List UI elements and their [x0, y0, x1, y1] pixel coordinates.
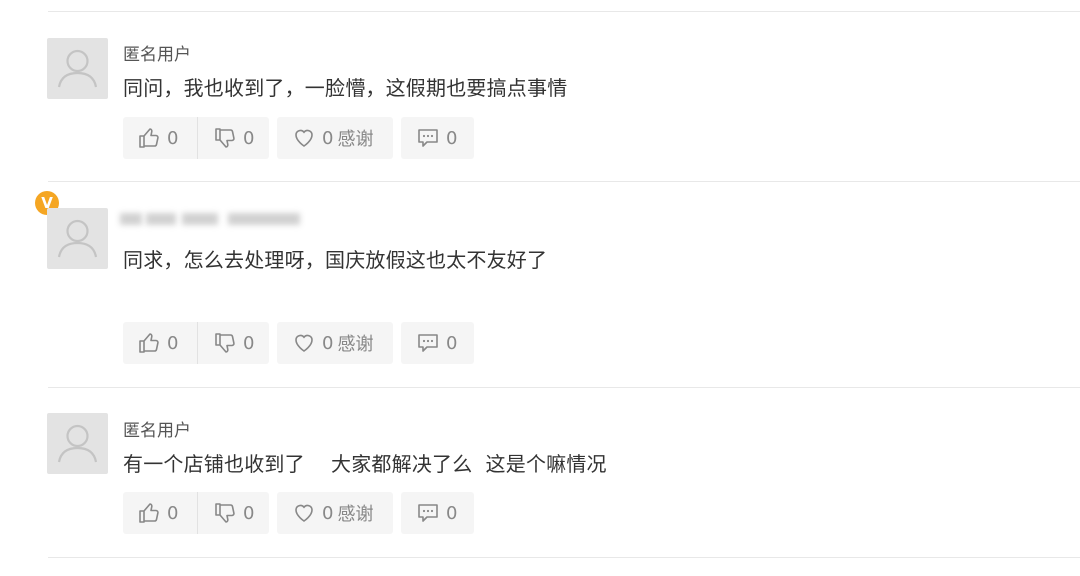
- reply-button[interactable]: 0: [401, 492, 474, 534]
- button-separator: [197, 117, 198, 159]
- like-dislike-group: 0 0: [123, 492, 269, 534]
- like-button[interactable]: 0: [137, 492, 178, 534]
- reply-button[interactable]: 0: [401, 117, 474, 159]
- thanks-button[interactable]: 0 感谢: [277, 492, 393, 534]
- heart-icon: [295, 504, 313, 522]
- like-dislike-group: 0 0: [123, 117, 269, 159]
- reply-count: 0: [446, 502, 458, 524]
- comment-icon: [418, 334, 438, 352]
- thumbs-down-icon: [215, 128, 235, 148]
- comment-divider: [48, 11, 1080, 12]
- like-dislike-group: 0 0: [123, 322, 269, 364]
- comment-divider: [48, 387, 1080, 388]
- comment-icon: [418, 129, 438, 147]
- dislike-button[interactable]: 0: [213, 117, 254, 159]
- dislike-count: 0: [243, 502, 255, 524]
- thumbs-up-icon: [139, 503, 159, 523]
- thumbs-up-icon: [139, 128, 159, 148]
- default-user-icon: [57, 219, 98, 258]
- comment-divider: [48, 557, 1080, 558]
- thanks-label: 感谢: [337, 129, 374, 150]
- dislike-count: 0: [243, 127, 255, 149]
- thanks-count: 0: [322, 332, 334, 354]
- like-count: 0: [167, 332, 179, 354]
- thanks-count: 0: [322, 127, 334, 149]
- thumbs-down-icon: [215, 333, 235, 353]
- like-button[interactable]: 0: [137, 322, 178, 364]
- username[interactable]: 匿名用户: [123, 416, 191, 441]
- avatar[interactable]: [47, 208, 108, 269]
- thanks-count: 0: [322, 502, 334, 524]
- like-count: 0: [167, 502, 179, 524]
- avatar[interactable]: [47, 38, 108, 99]
- comment-icon: [418, 504, 438, 522]
- avatar[interactable]: [47, 413, 108, 474]
- thumbs-down-icon: [215, 503, 235, 523]
- like-button[interactable]: 0: [137, 117, 178, 159]
- username[interactable]: 匿名用户: [123, 40, 191, 65]
- thanks-label: 感谢: [337, 334, 374, 355]
- comment-text: 有一个店铺也收到了 大家都解决了么 这是个嘛情况: [123, 452, 607, 476]
- reply-count: 0: [446, 332, 458, 354]
- thanks-button[interactable]: 0 感谢: [277, 322, 393, 364]
- thanks-button[interactable]: 0 感谢: [277, 117, 393, 159]
- reply-button[interactable]: 0: [401, 322, 474, 364]
- dislike-button[interactable]: 0: [213, 492, 254, 534]
- button-separator: [197, 492, 198, 534]
- default-user-icon: [57, 424, 98, 463]
- comment-divider: [48, 181, 1080, 182]
- blurred-username[interactable]: [118, 208, 304, 230]
- button-separator: [197, 322, 198, 364]
- heart-icon: [295, 129, 313, 147]
- reply-count: 0: [446, 127, 458, 149]
- like-count: 0: [167, 127, 179, 149]
- thumbs-up-icon: [139, 333, 159, 353]
- comment-text: 同求，怎么去处理呀，国庆放假这也太不友好了: [123, 248, 548, 272]
- dislike-button[interactable]: 0: [213, 322, 254, 364]
- thanks-label: 感谢: [337, 504, 374, 525]
- comment-text: 同问，我也收到了，一脸懵，这假期也要搞点事情: [123, 76, 568, 100]
- default-user-icon: [57, 49, 98, 88]
- heart-icon: [295, 334, 313, 352]
- dislike-count: 0: [243, 332, 255, 354]
